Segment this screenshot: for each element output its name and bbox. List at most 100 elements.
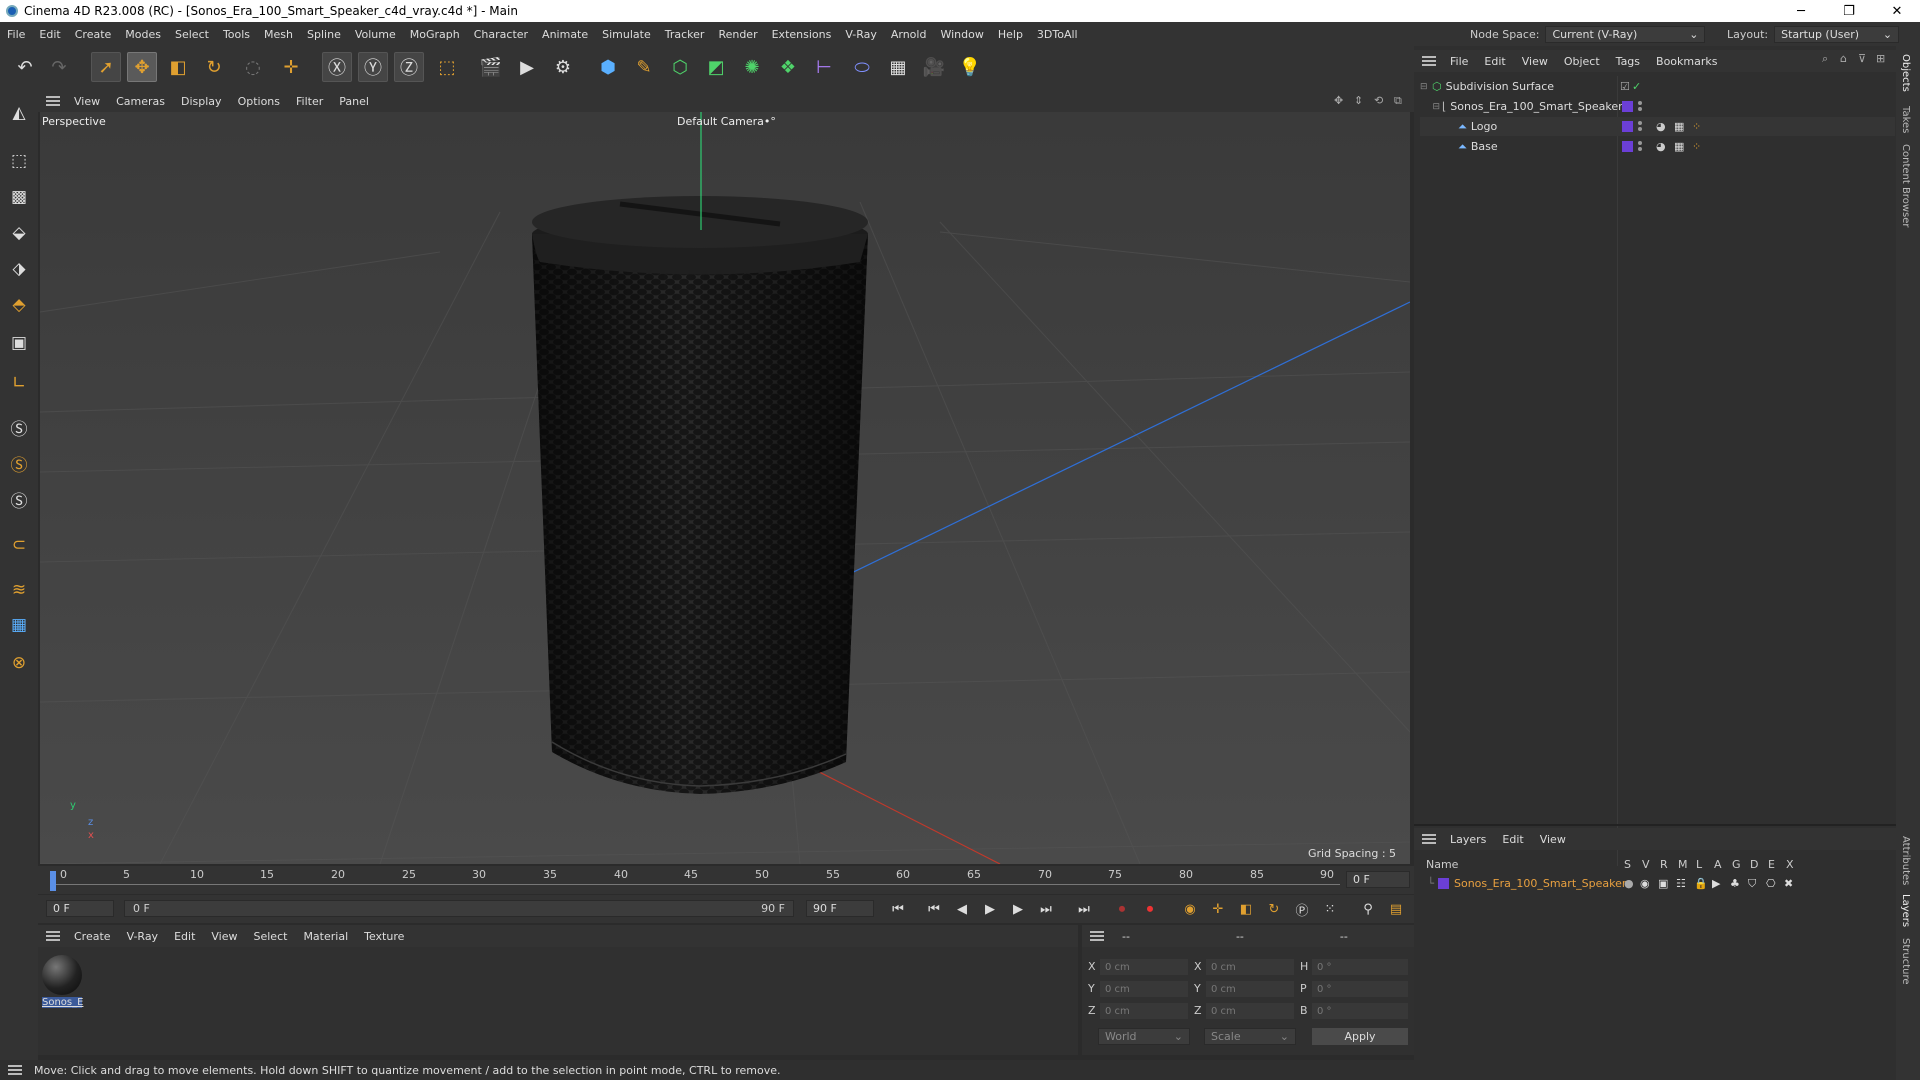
- apply-button[interactable]: Apply: [1312, 1028, 1408, 1045]
- collapse-icon[interactable]: ⊟: [1420, 102, 1440, 112]
- key-rotation-icon[interactable]: ↻: [1262, 898, 1286, 920]
- menu-extensions[interactable]: Extensions: [765, 28, 839, 41]
- mat-menu-select[interactable]: Select: [246, 930, 296, 943]
- make-editable-icon[interactable]: ◭: [4, 98, 34, 128]
- menu-arnold[interactable]: Arnold: [884, 28, 934, 41]
- camera-label[interactable]: Default Camera•°: [677, 115, 776, 128]
- obj-menu-edit[interactable]: Edit: [1476, 55, 1513, 68]
- enabled-check-icon[interactable]: ✓: [1632, 80, 1641, 93]
- obj-menu-tags[interactable]: Tags: [1608, 55, 1648, 68]
- render-view-icon[interactable]: ▶: [512, 52, 542, 82]
- playhead[interactable]: [50, 871, 56, 891]
- panel-splitter[interactable]: [1414, 824, 1896, 826]
- viewport-pan-icon[interactable]: ✥: [1334, 94, 1343, 107]
- objects-hamburger-icon[interactable]: [1422, 56, 1436, 66]
- key-pla-icon[interactable]: ⁙: [1318, 898, 1342, 920]
- workplane-icon[interactable]: ≋: [4, 575, 34, 605]
- visibility-dots-icon[interactable]: [1638, 141, 1642, 151]
- search-icon[interactable]: ⌕: [1822, 52, 1828, 66]
- node-space-select[interactable]: Current (V-Ray) ⌄: [1545, 25, 1706, 43]
- tab-structure[interactable]: Structure: [1900, 938, 1911, 985]
- polygons-mode-icon[interactable]: ⬘: [4, 290, 34, 320]
- key-param-icon[interactable]: Ⓟ: [1290, 898, 1314, 920]
- obj-menu-view[interactable]: View: [1514, 55, 1556, 68]
- size-x-field[interactable]: 0 cm: [1206, 959, 1294, 975]
- previous-key-icon[interactable]: ⏮: [922, 898, 946, 920]
- move-tool-icon[interactable]: ✥: [127, 52, 157, 82]
- rotate-tool-icon[interactable]: ↻: [199, 52, 229, 82]
- rot-p-field[interactable]: 0 °: [1312, 981, 1408, 997]
- go-to-end-icon[interactable]: ⏭: [1072, 898, 1096, 920]
- timeline-ruler[interactable]: 0 5 10 15 20 25 30 35 40 45 50 55 60 65 …: [38, 866, 1414, 894]
- viewport-dolly-icon[interactable]: ⇕: [1354, 94, 1363, 107]
- checker-tag-icon[interactable]: ▦: [1674, 120, 1684, 133]
- object-row-logo[interactable]: ⏶ Logo ◕ ▦ ⁘: [1420, 117, 1895, 136]
- grid-icon[interactable]: ▦: [4, 610, 34, 640]
- layers-menu-view[interactable]: View: [1532, 833, 1574, 846]
- status-hamburger-icon[interactable]: [8, 1065, 22, 1075]
- mograph-icon[interactable]: ❖: [773, 52, 803, 82]
- menu-edit[interactable]: Edit: [32, 28, 67, 41]
- previous-frame-icon[interactable]: ◀: [950, 898, 974, 920]
- menu-modes[interactable]: Modes: [118, 28, 168, 41]
- tab-attributes[interactable]: Attributes: [1900, 836, 1911, 885]
- layer-xref-icon[interactable]: ✖: [1784, 877, 1793, 890]
- layer-color-swatch[interactable]: [1438, 878, 1449, 889]
- pos-y-field[interactable]: 0 cm: [1100, 981, 1188, 997]
- points-mode-icon[interactable]: ⬙: [4, 218, 34, 248]
- next-frame-icon[interactable]: ▶: [1006, 898, 1030, 920]
- keyframe-icon[interactable]: ◉: [1178, 898, 1202, 920]
- vp-menu-filter[interactable]: Filter: [288, 95, 331, 108]
- mat-menu-vray[interactable]: V-Ray: [119, 930, 167, 943]
- vp-menu-view[interactable]: View: [66, 95, 108, 108]
- menu-mograph[interactable]: MoGraph: [403, 28, 467, 41]
- extrude-icon[interactable]: ◩: [701, 52, 731, 82]
- menu-create[interactable]: Create: [68, 28, 119, 41]
- texture-mode-icon[interactable]: ▩: [4, 182, 34, 212]
- vp-menu-display[interactable]: Display: [173, 95, 230, 108]
- speaker-model[interactable]: [532, 196, 868, 794]
- rot-h-field[interactable]: 0 °: [1312, 959, 1408, 975]
- menu-help[interactable]: Help: [991, 28, 1030, 41]
- mat-menu-edit[interactable]: Edit: [166, 930, 203, 943]
- menu-volume[interactable]: Volume: [348, 28, 403, 41]
- axis-mode-icon[interactable]: ∟: [4, 368, 34, 398]
- mat-menu-texture[interactable]: Texture: [356, 930, 412, 943]
- menu-select[interactable]: Select: [168, 28, 216, 41]
- spline-pen-icon[interactable]: ✎: [629, 52, 659, 82]
- y-axis-lock-icon[interactable]: Ⓨ: [358, 52, 388, 82]
- go-to-start-icon[interactable]: ⏮: [886, 898, 910, 920]
- light-icon[interactable]: 💡: [955, 52, 985, 82]
- edit-toggle-icon[interactable]: ☑: [1620, 80, 1630, 93]
- close-button[interactable]: ✕: [1874, 0, 1920, 22]
- size-y-field[interactable]: 0 cm: [1206, 981, 1294, 997]
- uv-mode-icon[interactable]: ▣: [4, 328, 34, 358]
- current-frame-field[interactable]: 0 F: [1346, 871, 1410, 888]
- menu-file[interactable]: File: [0, 28, 32, 41]
- material-hamburger-icon[interactable]: [46, 931, 60, 941]
- record-icon[interactable]: ⏺: [1110, 898, 1134, 920]
- start-frame-field[interactable]: 0 F: [46, 900, 114, 917]
- vp-menu-panel[interactable]: Panel: [331, 95, 377, 108]
- layer-animation-icon[interactable]: ▶: [1712, 877, 1720, 890]
- checker-tag-icon[interactable]: ▦: [1674, 140, 1684, 153]
- magnet-icon[interactable]: ⊂: [4, 530, 34, 560]
- end-frame-field[interactable]: 90 F: [806, 900, 874, 917]
- menu-3dtoall[interactable]: 3DToAll: [1030, 28, 1085, 41]
- pos-x-field[interactable]: 0 cm: [1100, 959, 1188, 975]
- new-window-icon[interactable]: ⊞: [1876, 52, 1885, 65]
- layer-visible-icon[interactable]: ◉: [1640, 877, 1650, 890]
- camera-icon[interactable]: 🎥: [919, 52, 949, 82]
- coordinate-system-icon[interactable]: ⬚: [432, 52, 462, 82]
- scale-tool-icon[interactable]: ◧: [163, 52, 193, 82]
- menu-window[interactable]: Window: [933, 28, 990, 41]
- object-row-speaker[interactable]: ⊟ ⌊ Sonos_Era_100_Smart_Speaker: [1420, 97, 1895, 116]
- layer-expressions-icon[interactable]: ⎔: [1766, 877, 1776, 890]
- tab-layers[interactable]: Layers: [1900, 894, 1911, 927]
- menu-render[interactable]: Render: [711, 28, 764, 41]
- layer-render-icon[interactable]: ▣: [1658, 877, 1668, 890]
- obj-menu-bookmarks[interactable]: Bookmarks: [1648, 55, 1725, 68]
- menu-simulate[interactable]: Simulate: [595, 28, 658, 41]
- layer-manager-icon[interactable]: ☷: [1676, 877, 1686, 890]
- tab-takes[interactable]: Takes: [1900, 106, 1911, 133]
